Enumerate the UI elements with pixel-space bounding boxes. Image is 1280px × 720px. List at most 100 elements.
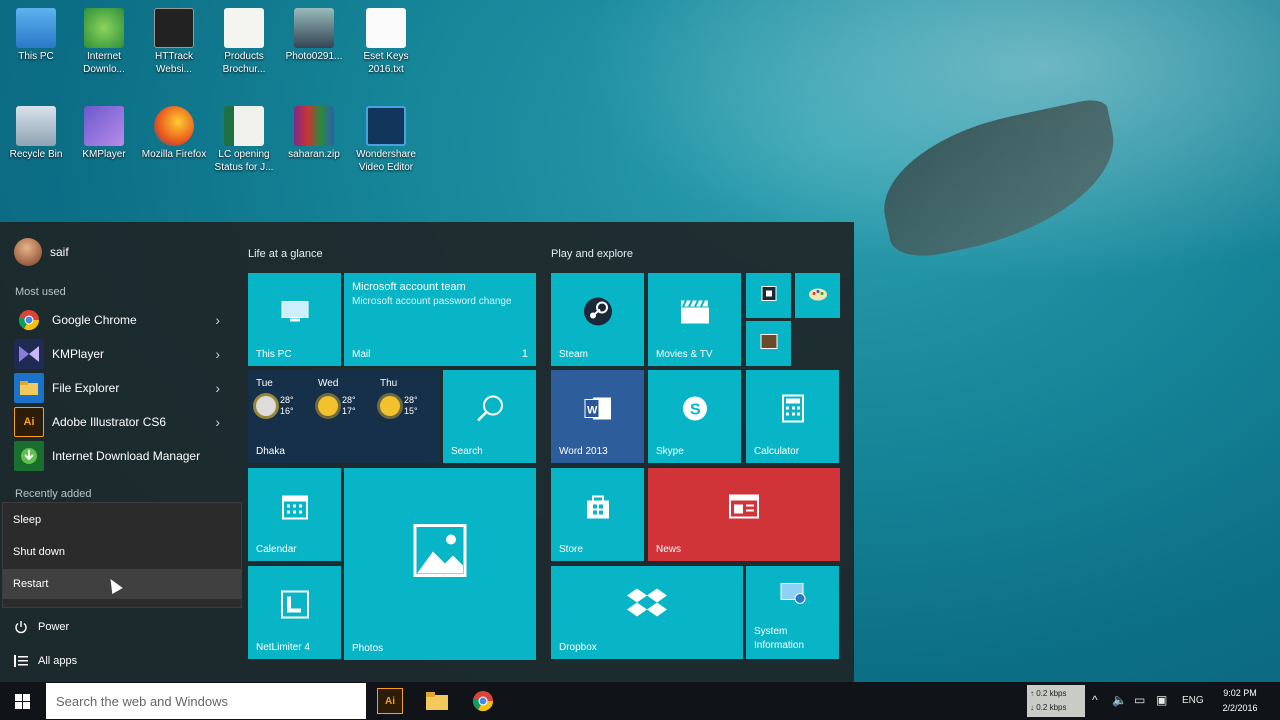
desktop-icon-kmplayer[interactable]: KMPlayer <box>68 106 140 161</box>
sleep-option[interactable]: Sleep <box>3 505 241 535</box>
tile-small-app-1[interactable] <box>746 273 791 318</box>
tile-store[interactable]: Store <box>551 468 644 561</box>
idm-icon <box>14 441 44 471</box>
this-pc-icon <box>16 8 56 48</box>
message-icon[interactable]: ▭ <box>1134 693 1145 707</box>
desktop-icon-eset-keys[interactable]: Eset Keys 2016.txt <box>350 8 422 76</box>
desktop-icon-firefox[interactable]: Mozilla Firefox <box>138 106 210 161</box>
desktop-icon-httrack[interactable]: HTTrack Websi... <box>138 8 210 76</box>
illustrator-taskbar-icon[interactable]: Ai <box>377 688 403 714</box>
desktop-icon-recycle-bin[interactable]: Recycle Bin <box>0 106 72 161</box>
idm-icon <box>84 8 124 48</box>
app-item-google-chrome[interactable]: Google Chrome › <box>14 305 220 335</box>
desktop-icon-saharan-zip[interactable]: saharan.zip <box>278 106 350 161</box>
photo-icon <box>294 8 334 48</box>
this-pc-icon <box>280 299 310 330</box>
dropbox-icon <box>627 586 667 629</box>
app-item-internet-download-manager[interactable]: Internet Download Manager <box>14 441 220 471</box>
tile-photos[interactable]: Photos <box>344 468 536 660</box>
tile-movies-tv[interactable]: Movies & TV <box>648 273 741 366</box>
desktop-icon-lc-opening[interactable]: LC opening Status for J... <box>208 106 280 174</box>
store-icon <box>584 492 612 527</box>
tile-news[interactable]: News <box>648 468 840 561</box>
group-title-life-at-a-glance[interactable]: Life at a glance <box>248 248 323 260</box>
desktop-icon-products-brochure[interactable]: Products Brochur... <box>208 8 280 76</box>
group-title-play-and-explore[interactable]: Play and explore <box>551 248 633 260</box>
tile-skype[interactable]: S Skype <box>648 370 741 463</box>
zip-icon <box>294 106 334 146</box>
tile-netlimiter[interactable]: NetLimiter 4 <box>248 566 341 659</box>
tile-mail[interactable]: Microsoft account team Microsoft account… <box>344 273 536 366</box>
all-apps-button[interactable]: All apps <box>14 654 77 668</box>
tile-small-app-2[interactable] <box>795 273 840 318</box>
tile-this-pc[interactable]: This PC <box>248 273 341 366</box>
start-button[interactable] <box>0 682 44 720</box>
tile-label: Steam <box>559 349 588 360</box>
download-speed-value: 0.2 kbps <box>1036 703 1067 712</box>
chevron-right-icon[interactable]: › <box>215 312 220 328</box>
power-button[interactable]: Power <box>14 620 69 634</box>
pdf-icon <box>224 8 264 48</box>
tile-weather[interactable]: Tue 28° 16° Wed 28° 17° Thu 28° 15° Dhaka <box>248 370 440 463</box>
desktop-icon-photo[interactable]: Photo0291... <box>278 8 350 63</box>
skype-icon: S <box>681 394 709 429</box>
tile-calculator[interactable]: Calculator <box>746 370 839 463</box>
avatar <box>14 238 42 266</box>
upload-speed-value: 0.2 kbps <box>1036 689 1067 698</box>
desktop-icon-this-pc[interactable]: This PC <box>0 8 72 63</box>
app-item-file-explorer[interactable]: File Explorer › <box>14 373 220 403</box>
volume-icon[interactable]: 🔈 <box>1112 693 1127 707</box>
forecast-day: Thu 28° 15° <box>380 378 424 417</box>
chevron-right-icon[interactable]: › <box>215 346 220 362</box>
chrome-taskbar-icon[interactable] <box>468 686 498 716</box>
text-file-icon <box>366 8 406 48</box>
tile-steam[interactable]: Steam <box>551 273 644 366</box>
tile-label: Store <box>559 544 583 555</box>
tile-label: This PC <box>256 349 292 360</box>
tile-system-information[interactable]: System Information <box>746 566 839 659</box>
tile-label: Calculator <box>754 446 800 457</box>
search-input[interactable]: Search the web and Windows <box>46 683 366 719</box>
desktop-icon-wondershare[interactable]: Wondershare Video Editor <box>350 106 422 174</box>
taskbar: Search the web and Windows Ai ↑ 0.2 kbps… <box>0 682 1280 720</box>
app-item-adobe-illustrator[interactable]: Ai Adobe Illustrator CS6 › <box>14 407 220 437</box>
tile-label: Calendar <box>256 544 297 555</box>
chevron-right-icon[interactable]: › <box>215 380 220 396</box>
user-account[interactable]: saif <box>14 238 69 266</box>
news-icon <box>729 494 759 525</box>
network-icon[interactable]: ▣ <box>1156 693 1167 707</box>
sun-icon <box>380 396 400 416</box>
tile-label: Skype <box>656 446 684 457</box>
tile-calendar[interactable]: Calendar <box>248 468 341 561</box>
chevron-right-icon[interactable]: › <box>215 414 220 430</box>
app-item-kmplayer[interactable]: KMPlayer › <box>14 339 220 369</box>
tile-search[interactable]: Search <box>443 370 536 463</box>
clock-time: 9:02 PM <box>1223 688 1257 698</box>
file-explorer-taskbar-icon[interactable] <box>422 686 452 716</box>
tile-label: Photos <box>352 643 384 654</box>
svg-text:S: S <box>690 401 701 418</box>
most-used-heading: Most used <box>15 286 66 298</box>
steam-icon <box>583 296 613 333</box>
excel-icon <box>224 106 264 146</box>
language-indicator[interactable]: ENG <box>1182 695 1204 706</box>
tile-label: System Information <box>754 626 805 651</box>
network-speed-meter[interactable]: ↑ 0.2 kbps ↓ 0.2 kbps <box>1027 685 1085 717</box>
system-information-icon <box>780 580 806 611</box>
kmplayer-icon <box>14 339 44 369</box>
forecast-day-name: Wed <box>318 378 339 389</box>
clock[interactable]: 9:02 PM 2/2/2016 <box>1210 686 1270 716</box>
tile-small-app-3[interactable] <box>746 321 791 366</box>
restart-option[interactable]: Restart <box>3 569 241 599</box>
shut-down-option[interactable]: Shut down <box>3 537 241 567</box>
forecast-high: 28° <box>280 395 294 405</box>
tile-dropbox[interactable]: Dropbox <box>551 566 743 659</box>
user-name: saif <box>50 245 69 259</box>
start-menu: saif Most used Google Chrome › KMPlayer … <box>0 222 854 682</box>
chevron-up-icon[interactable]: ^ <box>1092 693 1098 707</box>
tile-word-2013[interactable]: W Word 2013 <box>551 370 644 463</box>
desktop-icon-idm[interactable]: Internet Downlo... <box>68 8 140 76</box>
photos-icon <box>413 524 467 585</box>
forecast-high: 28° <box>342 395 356 405</box>
chrome-icon <box>14 305 44 335</box>
